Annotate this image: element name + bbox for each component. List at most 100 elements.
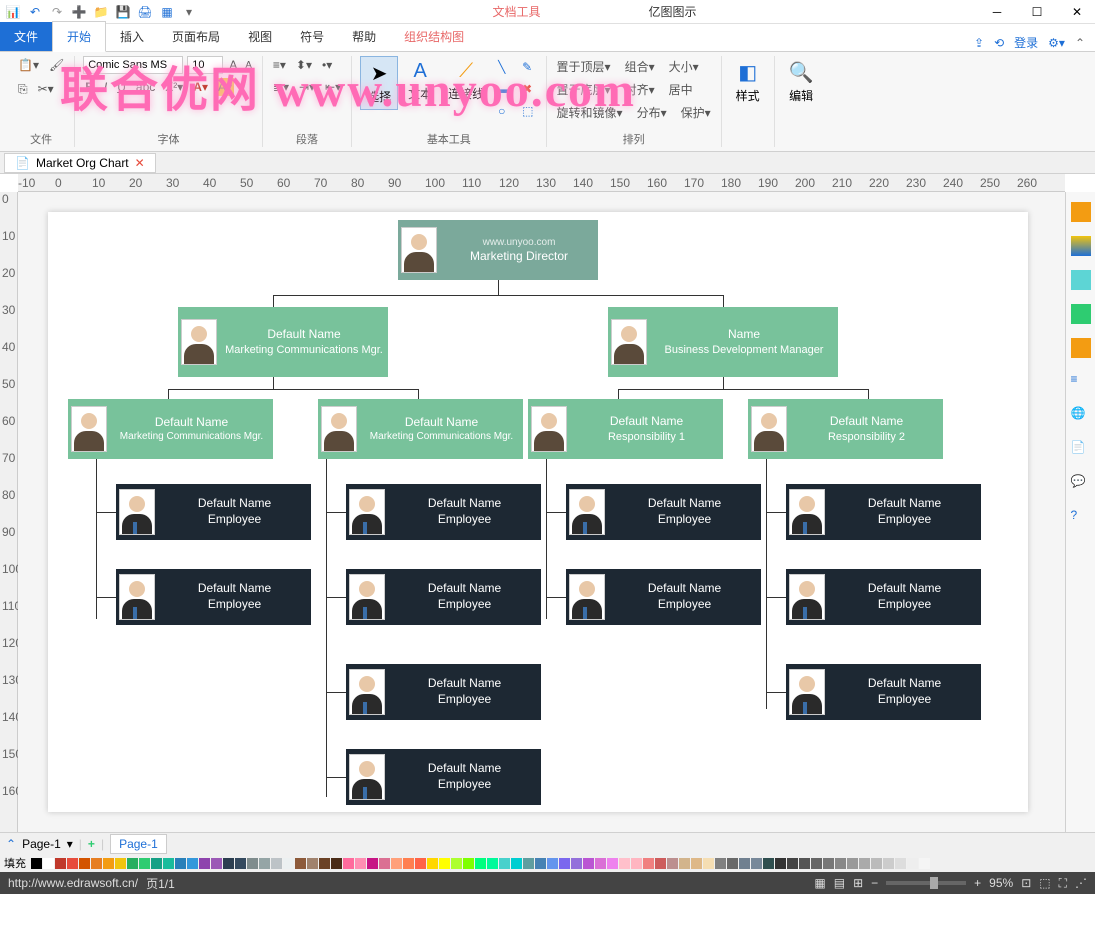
print-button[interactable]: 🖨	[136, 3, 154, 21]
align-button[interactable]: 对齐▾	[623, 79, 657, 100]
color-swatch[interactable]	[451, 858, 462, 869]
color-swatch[interactable]	[919, 858, 930, 869]
color-swatch[interactable]	[187, 858, 198, 869]
text-tool-button[interactable]: A文本	[402, 56, 438, 106]
org-emp-3-2[interactable]: Default NameEmployee	[566, 569, 761, 625]
org-sub-2[interactable]: Default NameMarketing Communications Mgr…	[318, 399, 523, 459]
color-swatch[interactable]	[763, 858, 774, 869]
color-swatch[interactable]	[211, 858, 222, 869]
color-swatch[interactable]	[487, 858, 498, 869]
tab-view[interactable]: 视图	[234, 22, 286, 51]
color-swatch[interactable]	[259, 858, 270, 869]
org-emp-2-4[interactable]: Default NameEmployee	[346, 749, 541, 805]
color-swatch[interactable]	[679, 858, 690, 869]
style-button[interactable]: ◧样式	[730, 56, 766, 108]
strike-button[interactable]: abc	[134, 78, 157, 96]
org-emp-2-2[interactable]: Default NameEmployee	[346, 569, 541, 625]
canvas[interactable]: www.unyoo.comMarketing Director Default …	[18, 192, 1065, 832]
color-swatch[interactable]	[823, 858, 834, 869]
color-swatch[interactable]	[643, 858, 654, 869]
select-tool-button[interactable]: ➤选择	[360, 56, 398, 110]
panel-list-icon[interactable]: ≡	[1071, 372, 1091, 392]
panel-comment-icon[interactable]: 💬	[1071, 474, 1091, 494]
color-swatch[interactable]	[103, 858, 114, 869]
color-swatch[interactable]	[403, 858, 414, 869]
color-swatch[interactable]	[655, 858, 666, 869]
fit-page-icon[interactable]: ⊡	[1021, 876, 1031, 890]
delete-tool-button[interactable]: ✖	[520, 80, 535, 98]
tab-insert[interactable]: 插入	[106, 22, 158, 51]
color-swatch[interactable]	[871, 858, 882, 869]
qat-dropdown[interactable]: ▾	[180, 3, 198, 21]
color-swatch[interactable]	[535, 858, 546, 869]
center-button[interactable]: 居中	[667, 79, 695, 100]
panel-doc-icon[interactable]: 📄	[1071, 440, 1091, 460]
undo-button[interactable]: ↶	[26, 3, 44, 21]
org-emp-4-2[interactable]: Default NameEmployee	[786, 569, 981, 625]
share-icon[interactable]: ⇪	[974, 36, 984, 50]
color-swatch[interactable]	[751, 858, 762, 869]
org-mgr-2[interactable]: NameBusiness Development Manager	[608, 307, 838, 377]
maximize-button[interactable]: ☐	[1023, 2, 1051, 22]
fullscreen-icon[interactable]: ⛶	[1059, 876, 1067, 891]
color-swatch[interactable]	[379, 858, 390, 869]
color-swatch[interactable]	[55, 858, 66, 869]
color-swatch[interactable]	[295, 858, 306, 869]
color-swatch[interactable]	[271, 858, 282, 869]
page-nav-label[interactable]: Page-1	[22, 837, 61, 851]
close-doc-icon[interactable]: ✕	[135, 156, 145, 170]
color-swatch[interactable]	[175, 858, 186, 869]
color-swatch[interactable]	[331, 858, 342, 869]
panel-line-icon[interactable]	[1071, 236, 1091, 256]
color-swatch[interactable]	[163, 858, 174, 869]
color-swatch[interactable]	[691, 858, 702, 869]
color-swatch[interactable]	[799, 858, 810, 869]
panel-fill-icon[interactable]	[1071, 270, 1091, 290]
tab-file[interactable]: 文件	[0, 22, 52, 51]
color-swatch[interactable]	[895, 858, 906, 869]
font-size-select[interactable]	[187, 56, 223, 74]
color-swatch[interactable]	[715, 858, 726, 869]
org-emp-2-1[interactable]: Default NameEmployee	[346, 484, 541, 540]
color-swatch[interactable]	[907, 858, 918, 869]
color-swatch[interactable]	[67, 858, 78, 869]
cut-button[interactable]: ✂▾	[36, 80, 56, 99]
document-tab[interactable]: 📄 Market Org Chart ✕	[4, 153, 156, 173]
font-color-button[interactable]: A▾	[191, 78, 210, 96]
color-swatch[interactable]	[43, 858, 54, 869]
color-swatch[interactable]	[595, 858, 606, 869]
color-swatch[interactable]	[91, 858, 102, 869]
zoom-slider[interactable]	[886, 881, 966, 885]
color-swatch[interactable]	[703, 858, 714, 869]
color-swatch[interactable]	[247, 858, 258, 869]
color-swatch[interactable]	[235, 858, 246, 869]
increase-font-button[interactable]: A	[227, 56, 239, 74]
bold-button[interactable]: B	[83, 78, 96, 96]
org-emp-4-3[interactable]: Default NameEmployee	[786, 664, 981, 720]
open-button[interactable]: 📁	[92, 3, 110, 21]
login-link[interactable]: 登录	[1014, 34, 1038, 51]
color-swatch[interactable]	[631, 858, 642, 869]
app-icon[interactable]: 📊	[4, 3, 22, 21]
color-swatch[interactable]	[619, 858, 630, 869]
rotate-button[interactable]: 旋转和镜像▾	[555, 102, 625, 123]
underline-button[interactable]: U	[115, 78, 128, 96]
color-swatch[interactable]	[319, 858, 330, 869]
panel-layer-icon[interactable]	[1071, 338, 1091, 358]
settings-icon[interactable]: ⚙▾	[1048, 36, 1065, 50]
outdent-button[interactable]: ⇤▾	[323, 78, 343, 96]
panel-image-icon[interactable]	[1071, 304, 1091, 324]
view-mode-3-icon[interactable]: ⊞	[853, 876, 863, 890]
tab-help[interactable]: 帮助	[338, 22, 390, 51]
format-painter-button[interactable]: 🖌	[47, 56, 66, 74]
color-swatch[interactable]	[607, 858, 618, 869]
valign-button[interactable]: ≣▾	[271, 78, 291, 96]
color-swatch[interactable]	[859, 858, 870, 869]
color-swatch[interactable]	[115, 858, 126, 869]
distribute-button[interactable]: 分布▾	[635, 102, 669, 123]
send-back-button[interactable]: 置于底层▾	[555, 79, 613, 100]
zoom-in-button[interactable]: +	[974, 876, 981, 890]
panel-theme-icon[interactable]	[1071, 202, 1091, 222]
zoom-level[interactable]: 95%	[989, 876, 1013, 890]
org-emp-1-1[interactable]: Default NameEmployee	[116, 484, 311, 540]
